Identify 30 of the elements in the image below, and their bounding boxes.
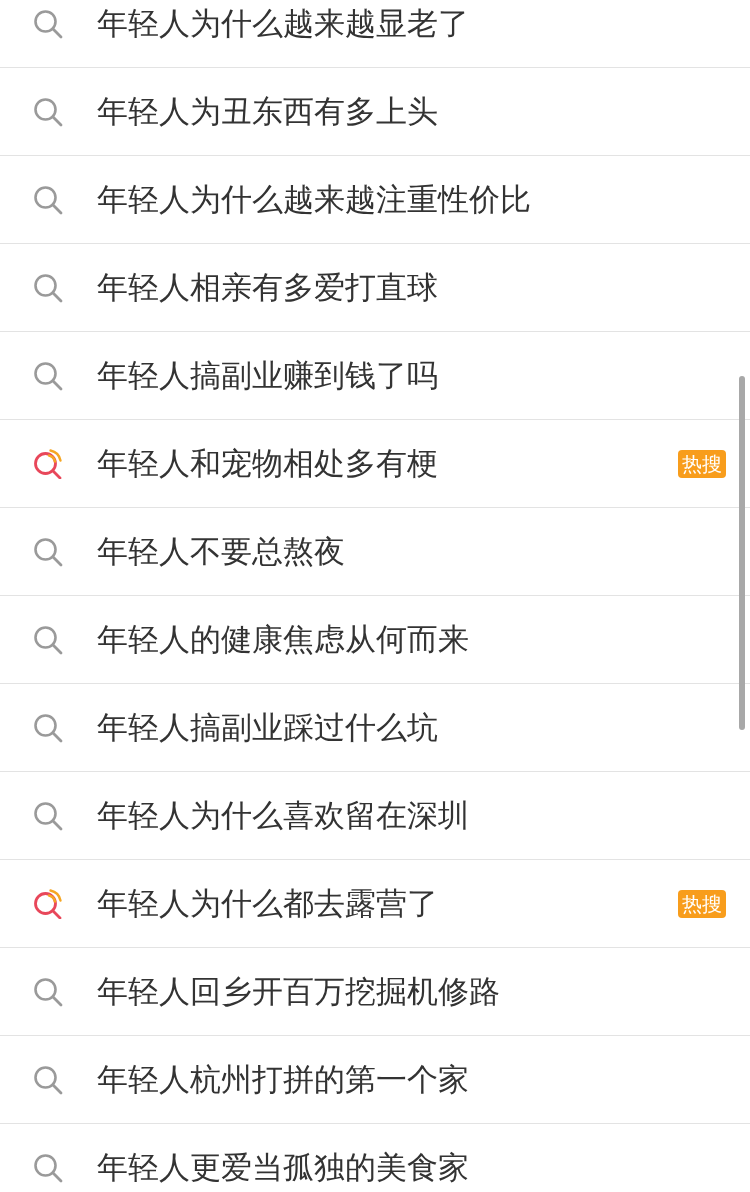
suggestion-text[interactable]: 年轻人为丑东西有多上头	[97, 92, 438, 131]
search-icon	[33, 712, 63, 743]
suggestion-text[interactable]: 年轻人为什么喜欢留在深圳	[97, 796, 469, 835]
search-icon	[33, 272, 63, 303]
suggestion-text[interactable]: 年轻人为什么越来越注重性价比	[97, 180, 531, 219]
trending-search-icon	[33, 448, 63, 479]
suggestion-text[interactable]: 年轻人搞副业赚到钱了吗	[97, 356, 438, 395]
search-icon	[33, 976, 63, 1007]
trending-search-icon	[33, 888, 63, 919]
search-icon	[33, 8, 63, 39]
suggestion-text[interactable]: 年轻人不要总熬夜	[97, 532, 345, 571]
search-icon	[33, 360, 63, 391]
search-icon	[33, 184, 63, 215]
search-icon	[33, 1064, 63, 1095]
suggestion-text[interactable]: 年轻人和宠物相处多有梗	[97, 444, 438, 483]
hot-badge: 热搜	[678, 449, 726, 478]
hot-badge: 热搜	[678, 889, 726, 918]
search-icon	[33, 624, 63, 655]
search-icon	[33, 1152, 63, 1183]
search-icon	[33, 800, 63, 831]
suggestion-text[interactable]: 年轻人相亲有多爱打直球	[97, 268, 438, 307]
search-icon	[33, 536, 63, 567]
suggestion-text[interactable]: 年轻人的健康焦虑从何而来	[97, 620, 469, 659]
search-icon	[33, 96, 63, 127]
suggestion-text[interactable]: 年轻人杭州打拼的第一个家	[97, 1060, 469, 1099]
suggestion-text[interactable]: 年轻人搞副业踩过什么坑	[97, 708, 438, 747]
suggestion-text[interactable]: 年轻人更爱当孤独的美食家	[97, 1148, 469, 1187]
suggestion-text[interactable]: 年轻人为什么都去露营了	[97, 884, 438, 923]
suggestion-text[interactable]: 年轻人回乡开百万挖掘机修路	[97, 972, 500, 1011]
suggestion-text[interactable]: 年轻人为什么越来越显老了	[97, 4, 469, 43]
